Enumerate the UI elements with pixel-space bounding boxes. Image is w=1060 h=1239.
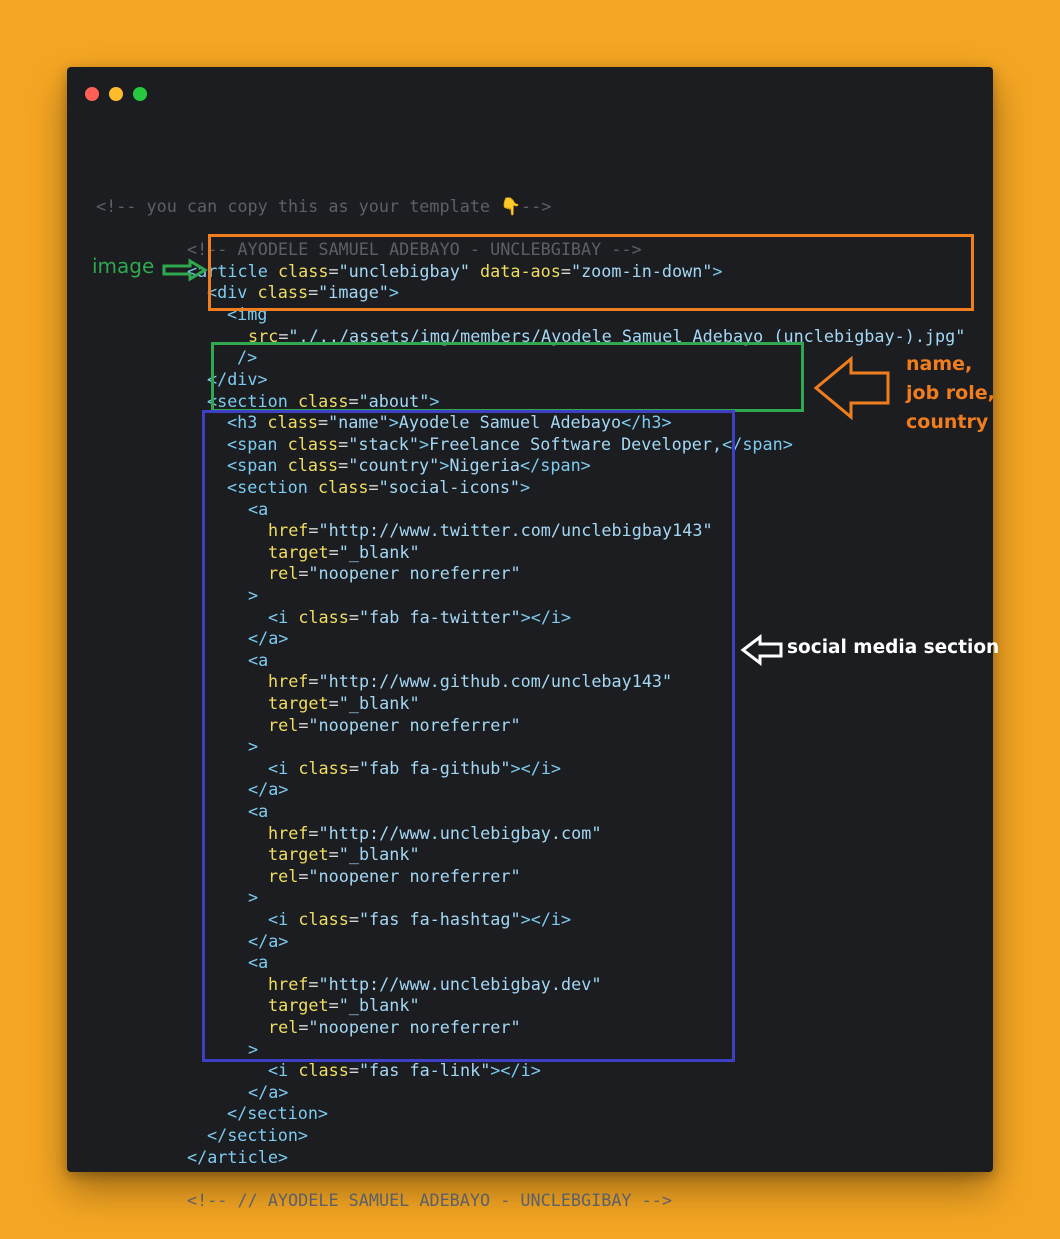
social-annotation-label: social media section — [787, 637, 1000, 658]
code-token: <!-- you can copy this as your template — [96, 196, 501, 216]
name-highlight-box — [211, 342, 804, 412]
code-line: </section> — [207, 1125, 308, 1147]
name-annotation-line: job role, — [906, 382, 995, 404]
left-arrow-icon — [740, 633, 783, 667]
name-annotation-line: country — [906, 411, 989, 433]
code-token: <!-- // AYODELE SAMUEL ADEBAYO - UNCLEBG… — [187, 1190, 672, 1210]
code-token: ></i> — [490, 1060, 541, 1080]
code-line: <!-- // AYODELE SAMUEL ADEBAYO - UNCLEBG… — [187, 1190, 672, 1212]
code-line: </section> — [227, 1103, 328, 1125]
code-token: = — [348, 1060, 359, 1080]
minimize-window-button[interactable] — [109, 87, 123, 101]
close-window-button[interactable] — [85, 87, 99, 101]
code-token: </a> — [248, 1082, 289, 1102]
code-token: "fas fa-link" — [358, 1060, 491, 1080]
right-arrow-icon — [162, 258, 208, 282]
code-token: <i — [268, 1060, 299, 1080]
code-token: </section> — [207, 1125, 309, 1145]
code-line: <!-- you can copy this as your template … — [96, 196, 551, 218]
code-window: <!-- you can copy this as your template … — [67, 67, 993, 1210]
image-highlight-box — [208, 234, 974, 311]
code-token: </article> — [187, 1147, 289, 1167]
name-annotation-label: name, job role, country — [906, 350, 995, 437]
left-arrow-icon — [813, 355, 890, 421]
code-line: </article> — [187, 1147, 288, 1169]
code-token: 👇 — [500, 196, 522, 216]
code-token: --> — [521, 196, 552, 216]
social-highlight-box — [202, 410, 735, 1062]
code-token: class — [298, 1060, 349, 1080]
maximize-window-button[interactable] — [133, 87, 147, 101]
code-line: <i class="fas fa-link"></i> — [268, 1060, 541, 1082]
code-line: </a> — [248, 1082, 288, 1104]
name-annotation-line: name, — [906, 353, 973, 375]
image-annotation-label: image — [92, 254, 155, 278]
code-token: </section> — [227, 1103, 329, 1123]
